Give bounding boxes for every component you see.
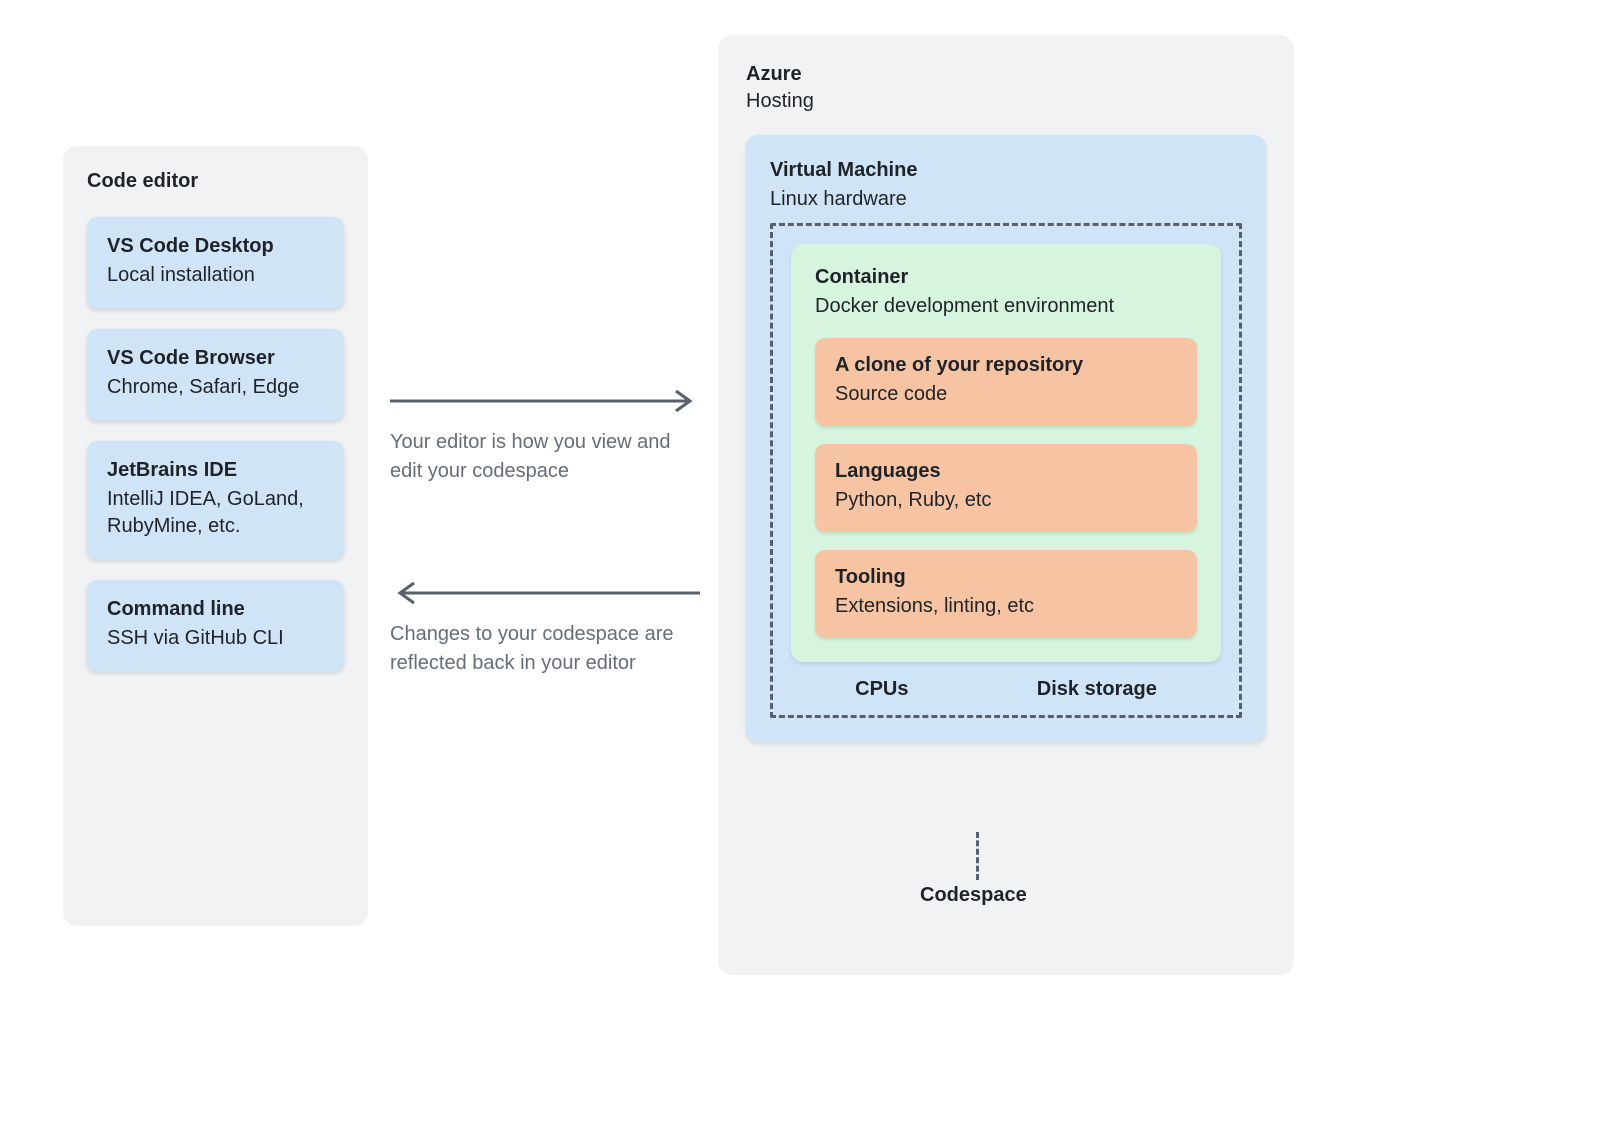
container-item-tooling: Tooling Extensions, linting, etc: [815, 550, 1197, 638]
vm-cpu-label: CPUs: [855, 678, 908, 701]
container-item-repo: A clone of your repository Source code: [815, 338, 1197, 426]
item-subtitle: Source code: [835, 381, 1177, 408]
arrow-left-icon: [390, 580, 700, 606]
azure-panel: Azure Hosting Virtual Machine Linux hard…: [718, 35, 1294, 975]
arrow-right-icon: [390, 388, 700, 414]
item-subtitle: Python, Ruby, etc: [835, 487, 1177, 514]
codespace-dashed-box: Container Docker development environment…: [770, 223, 1242, 718]
card-subtitle: SSH via GitHub CLI: [107, 625, 324, 652]
arrow-caption: Your editor is how you view and edit you…: [390, 428, 700, 486]
arrow-from-cloud: Changes to your codespace are reflected …: [390, 580, 700, 678]
card-subtitle: Local installation: [107, 262, 324, 289]
vm-title: Virtual Machine: [770, 159, 1242, 182]
vm-subtitle: Linux hardware: [770, 186, 1242, 213]
azure-title: Azure: [746, 63, 1266, 86]
arrow-to-cloud: Your editor is how you view and edit you…: [390, 388, 700, 486]
card-title: VS Code Browser: [107, 347, 324, 370]
item-title: Languages: [835, 460, 1177, 483]
card-title: Command line: [107, 598, 324, 621]
container-box: Container Docker development environment…: [791, 244, 1221, 662]
vm-resources-row: CPUs Disk storage: [791, 678, 1221, 701]
card-title: JetBrains IDE: [107, 459, 324, 482]
arrow-caption: Changes to your codespace are reflected …: [390, 620, 700, 678]
container-item-languages: Languages Python, Ruby, etc: [815, 444, 1197, 532]
vm-disk-label: Disk storage: [1037, 678, 1157, 701]
item-title: Tooling: [835, 566, 1177, 589]
codespace-connector-line: [976, 832, 979, 880]
container-subtitle: Docker development environment: [815, 293, 1197, 320]
virtual-machine-box: Virtual Machine Linux hardware Container…: [746, 135, 1266, 742]
item-title: A clone of your repository: [835, 354, 1177, 377]
code-editor-panel: Code editor VS Code Desktop Local instal…: [63, 146, 368, 926]
card-subtitle: Chrome, Safari, Edge: [107, 374, 324, 401]
code-editor-title: Code editor: [87, 170, 344, 193]
azure-subtitle: Hosting: [746, 90, 1266, 113]
editor-card-vscode-browser: VS Code Browser Chrome, Safari, Edge: [87, 329, 344, 421]
editor-card-jetbrains: JetBrains IDE IntelliJ IDEA, GoLand, Rub…: [87, 441, 344, 560]
card-title: VS Code Desktop: [107, 235, 324, 258]
editor-card-cli: Command line SSH via GitHub CLI: [87, 580, 344, 672]
card-subtitle: IntelliJ IDEA, GoLand, RubyMine, etc.: [107, 486, 324, 540]
container-title: Container: [815, 266, 1197, 289]
editor-card-vscode-desktop: VS Code Desktop Local installation: [87, 217, 344, 309]
codespace-label: Codespace: [920, 884, 1027, 907]
item-subtitle: Extensions, linting, etc: [835, 593, 1177, 620]
